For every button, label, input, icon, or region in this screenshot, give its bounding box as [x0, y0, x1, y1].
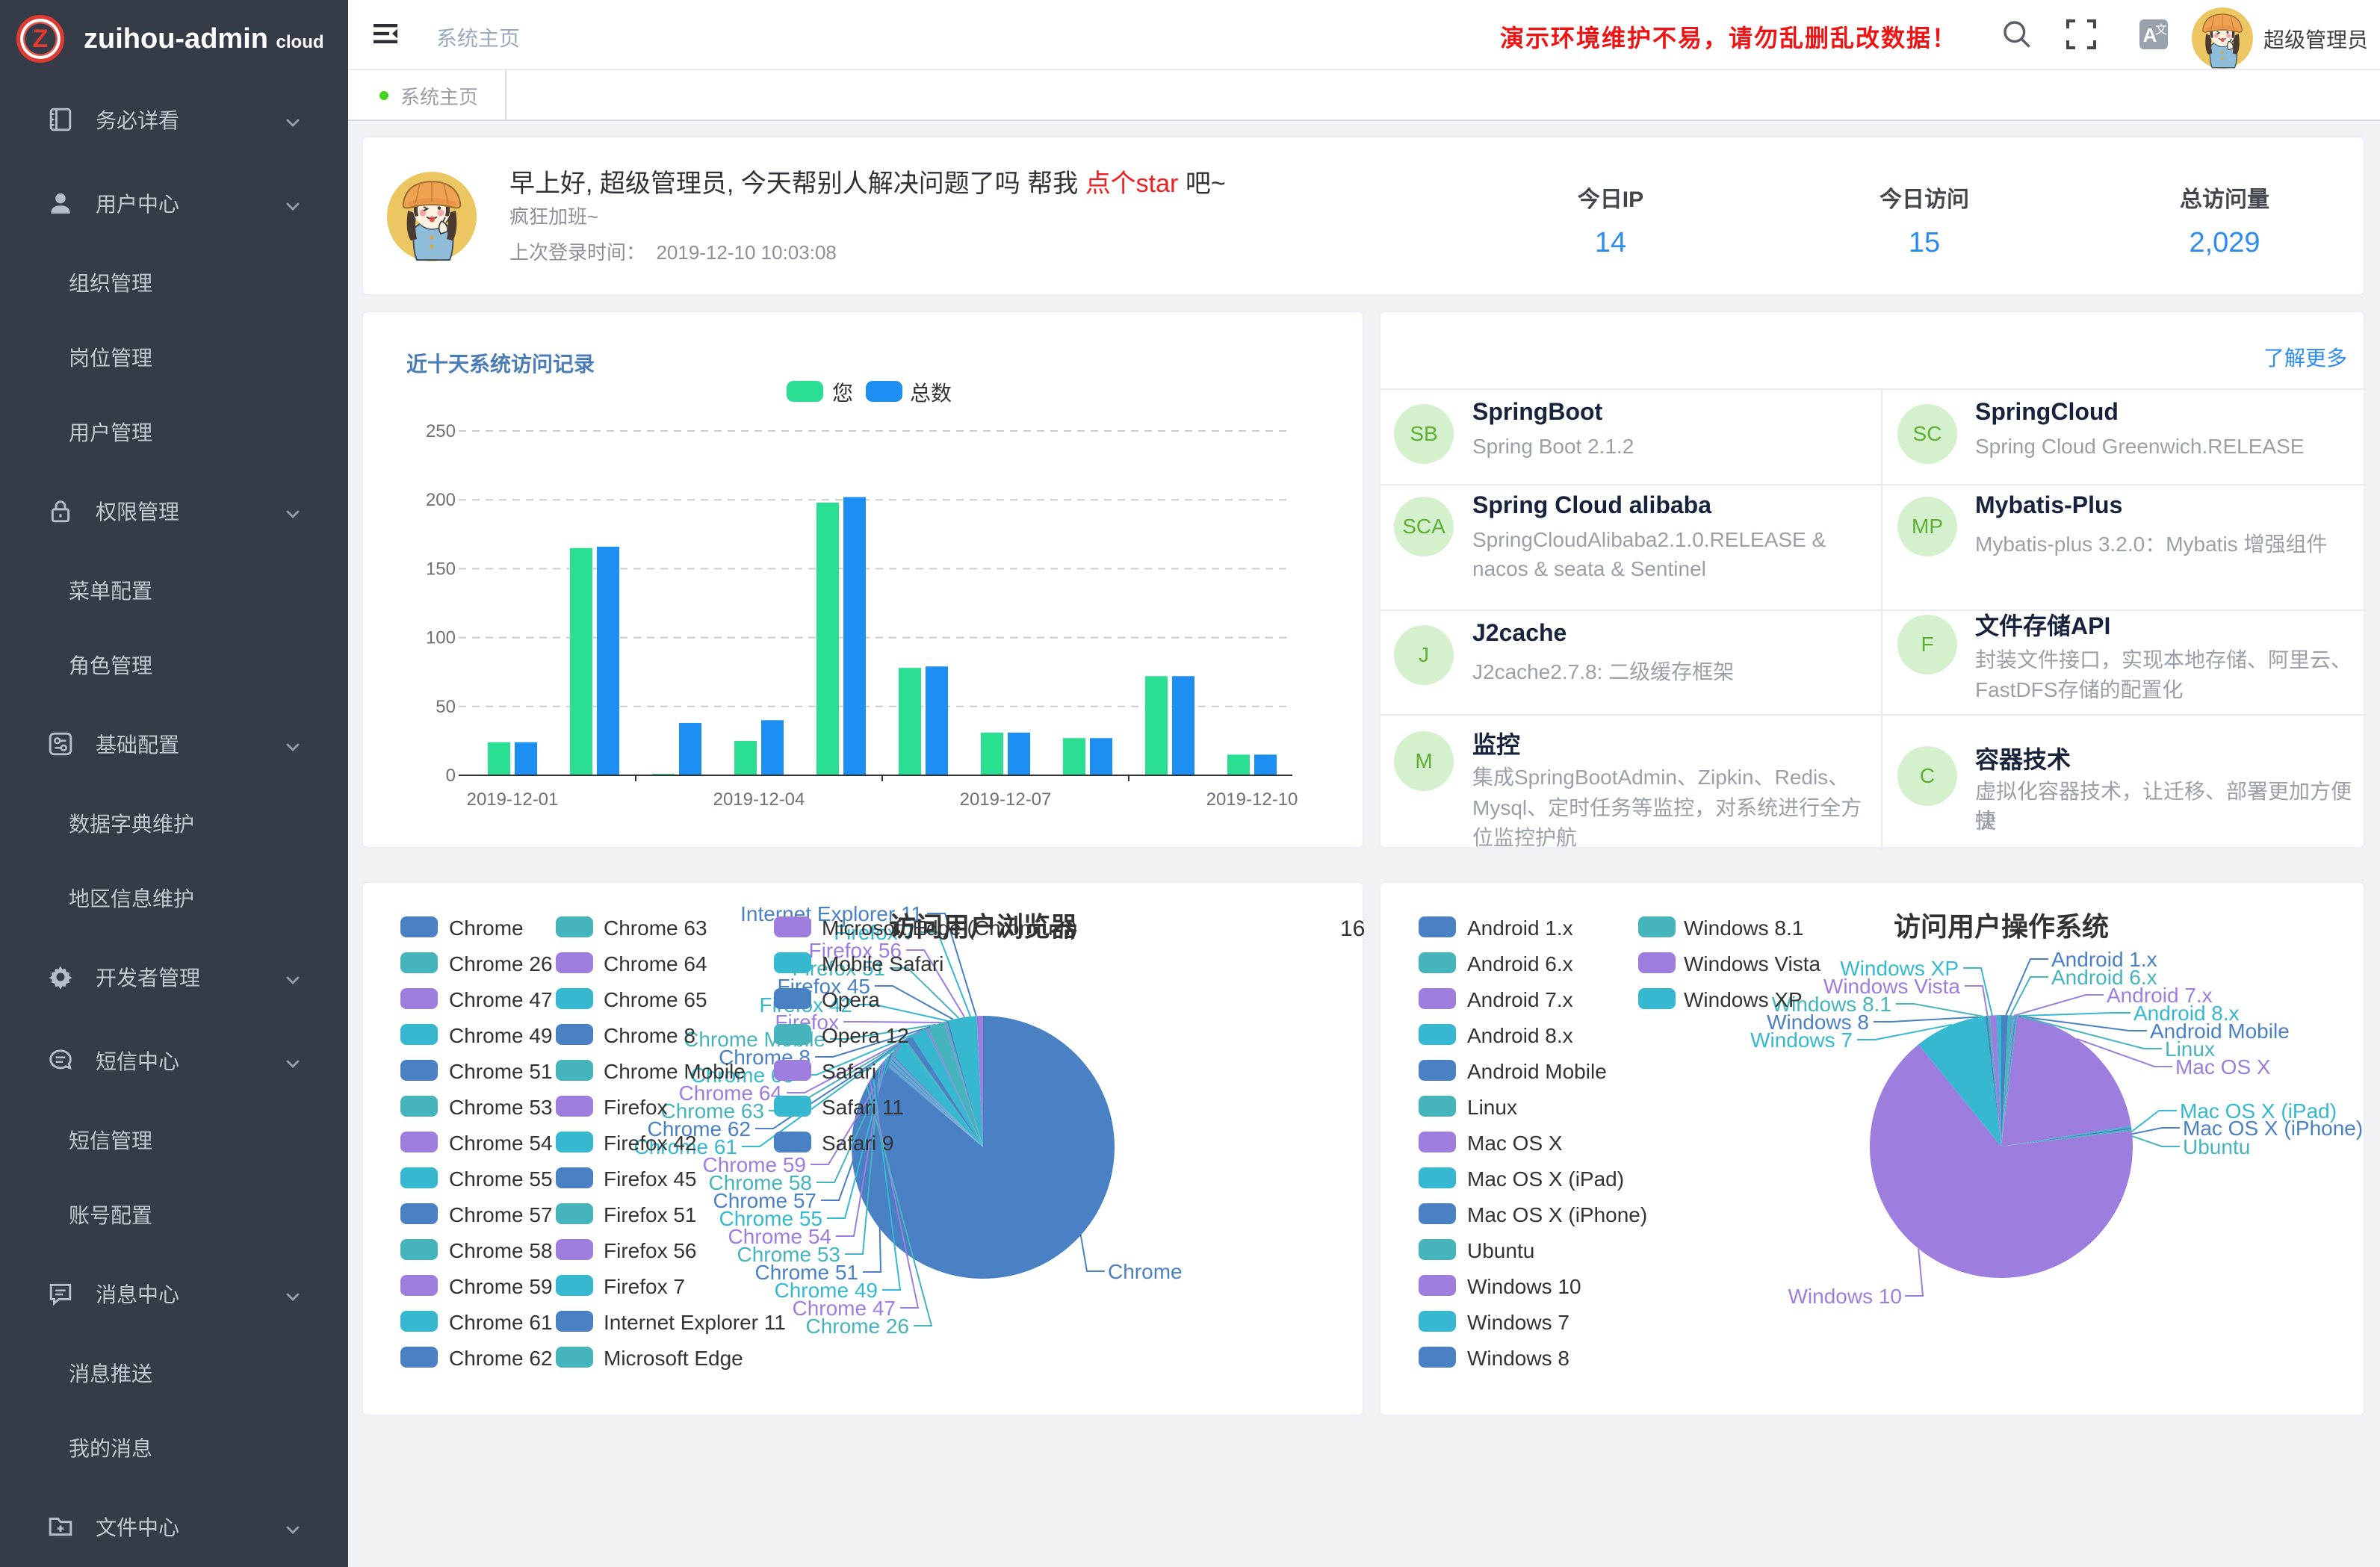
- svg-text:16): 16): [1340, 916, 1366, 941]
- svg-text:Chrome 61: Chrome 61: [449, 1311, 553, 1334]
- svg-text:Windows 8.1: Windows 8.1: [1684, 916, 1803, 940]
- svg-text:Windows XP: Windows XP: [1684, 988, 1803, 1011]
- svg-text:Windows 8: Windows 8: [1467, 1347, 1569, 1370]
- svg-text:Chrome 53: Chrome 53: [449, 1096, 553, 1119]
- svg-text:2019-12-07: 2019-12-07: [960, 789, 1052, 810]
- svg-text:0: 0: [446, 766, 456, 786]
- svg-text:250: 250: [426, 421, 456, 441]
- svg-text:文: 文: [2155, 23, 2167, 37]
- svg-text:Chrome 8: Chrome 8: [604, 1024, 695, 1047]
- svg-text:200: 200: [426, 490, 456, 510]
- svg-text:Chrome 58: Chrome 58: [449, 1239, 553, 1262]
- svg-text:Opera: Opera: [822, 988, 880, 1011]
- svg-text:Mac OS X: Mac OS X: [2175, 1055, 2271, 1079]
- svg-text:2019-12-01: 2019-12-01: [467, 789, 559, 810]
- svg-text:100: 100: [426, 628, 456, 648]
- svg-text:Android 1.x: Android 1.x: [1467, 916, 1573, 940]
- svg-text:Chrome 65: Chrome 65: [604, 988, 707, 1011]
- svg-text:Android Mobile: Android Mobile: [1467, 1060, 1607, 1083]
- svg-text:Windows 7: Windows 7: [1750, 1028, 1853, 1052]
- svg-text:Firefox 45: Firefox 45: [604, 1167, 697, 1191]
- svg-text:Chrome: Chrome: [1108, 1260, 1183, 1283]
- svg-text:Firefox 42: Firefox 42: [604, 1132, 697, 1155]
- svg-text:Mobile Safari: Mobile Safari: [822, 952, 943, 975]
- svg-text:Chrome 55: Chrome 55: [449, 1167, 553, 1191]
- svg-text:Chrome 63: Chrome 63: [604, 916, 707, 940]
- svg-text:Chrome: Chrome: [449, 916, 524, 940]
- svg-text:Chrome 26: Chrome 26: [805, 1315, 909, 1338]
- svg-text:Mac OS X (iPhone): Mac OS X (iPhone): [1467, 1203, 1647, 1226]
- svg-text:Microsoft Edge: Microsoft Edge: [604, 1347, 743, 1370]
- svg-text:Chrome 26: Chrome 26: [449, 952, 553, 975]
- svg-text:总数: 总数: [910, 382, 952, 405]
- svg-text:Android 8.x: Android 8.x: [1467, 1024, 1573, 1047]
- svg-text:Windows Vista: Windows Vista: [1684, 952, 1821, 975]
- svg-text:Chrome 64: Chrome 64: [604, 952, 707, 975]
- svg-text:Windows 10: Windows 10: [1467, 1275, 1581, 1298]
- svg-text:2019-12-10: 2019-12-10: [1206, 789, 1298, 810]
- svg-text:访问用户浏览器: 访问用户浏览器: [889, 911, 1078, 942]
- svg-text:您: 您: [832, 382, 853, 405]
- svg-text:Mac OS X: Mac OS X: [1467, 1132, 1563, 1155]
- svg-text:Firefox 7: Firefox 7: [604, 1275, 685, 1298]
- svg-text:访问用户操作系统: 访问用户操作系统: [1894, 911, 2109, 942]
- svg-text:Windows 7: Windows 7: [1467, 1311, 1569, 1334]
- svg-text:Chrome 57: Chrome 57: [449, 1203, 553, 1226]
- svg-text:Opera 12: Opera 12: [822, 1024, 909, 1047]
- svg-text:Windows 10: Windows 10: [1788, 1285, 1902, 1308]
- svg-text:2019-12-04: 2019-12-04: [713, 789, 805, 810]
- svg-text:Chrome 59: Chrome 59: [449, 1275, 553, 1298]
- svg-text:Chrome 51: Chrome 51: [449, 1060, 553, 1083]
- svg-text:Chrome 54: Chrome 54: [449, 1132, 553, 1155]
- svg-text:Android 6.x: Android 6.x: [1467, 952, 1573, 975]
- svg-text:Firefox 56: Firefox 56: [604, 1239, 697, 1262]
- svg-text:150: 150: [426, 559, 456, 579]
- svg-text:Chrome Mobile: Chrome Mobile: [604, 1060, 746, 1083]
- svg-text:Chrome 62: Chrome 62: [449, 1347, 553, 1370]
- svg-text:Mac OS X (iPad): Mac OS X (iPad): [1467, 1167, 1624, 1191]
- svg-text:Ubuntu: Ubuntu: [1467, 1239, 1534, 1262]
- svg-text:Android 7.x: Android 7.x: [1467, 988, 1573, 1011]
- svg-text:Chrome 49: Chrome 49: [449, 1024, 553, 1047]
- svg-text:50: 50: [436, 697, 456, 717]
- svg-text:Firefox: Firefox: [604, 1096, 668, 1119]
- svg-text:Ubuntu: Ubuntu: [2183, 1135, 2250, 1158]
- svg-text:Chrome 47: Chrome 47: [449, 988, 553, 1011]
- svg-text:Safari 11: Safari 11: [822, 1096, 904, 1119]
- svg-text:Internet Explorer 11: Internet Explorer 11: [604, 1311, 786, 1334]
- svg-text:Firefox 51: Firefox 51: [604, 1203, 697, 1226]
- svg-text:Safari 9: Safari 9: [822, 1132, 894, 1155]
- svg-text:Linux: Linux: [1467, 1096, 1517, 1119]
- svg-text:Safari: Safari: [822, 1060, 876, 1083]
